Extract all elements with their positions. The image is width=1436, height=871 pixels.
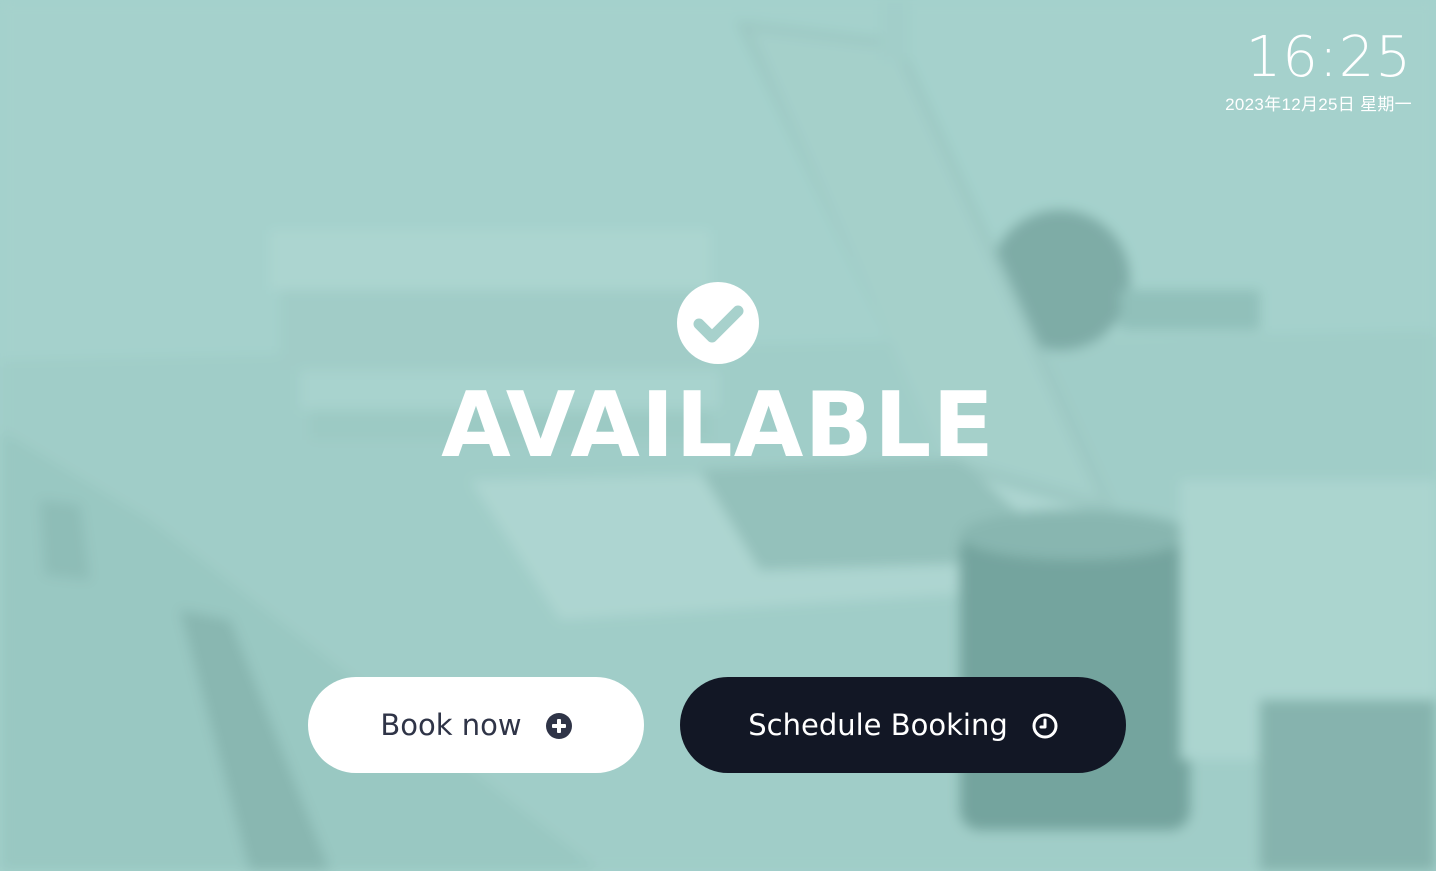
availability-status: AVAILABLE [0, 281, 1436, 476]
schedule-booking-label: Schedule Booking [748, 708, 1008, 742]
clock-icon [1032, 712, 1058, 739]
status-text: AVAILABLE [441, 373, 995, 478]
schedule-booking-button[interactable]: Schedule Booking [680, 677, 1126, 773]
clock-date: 2023年12月25日 星期一 [1225, 95, 1412, 114]
book-now-button[interactable]: Book now [308, 677, 644, 773]
check-circle-icon [676, 281, 760, 365]
clock-time: 16:25 [1245, 25, 1412, 90]
book-now-label: Book now [380, 708, 522, 742]
clock: 16:25 2023年12月25日 星期一 [1225, 26, 1412, 116]
plus-circle-icon [545, 712, 572, 739]
room-status-screen: 16:25 2023年12月25日 星期一 AVAILABLE Book now… [0, 0, 1436, 871]
